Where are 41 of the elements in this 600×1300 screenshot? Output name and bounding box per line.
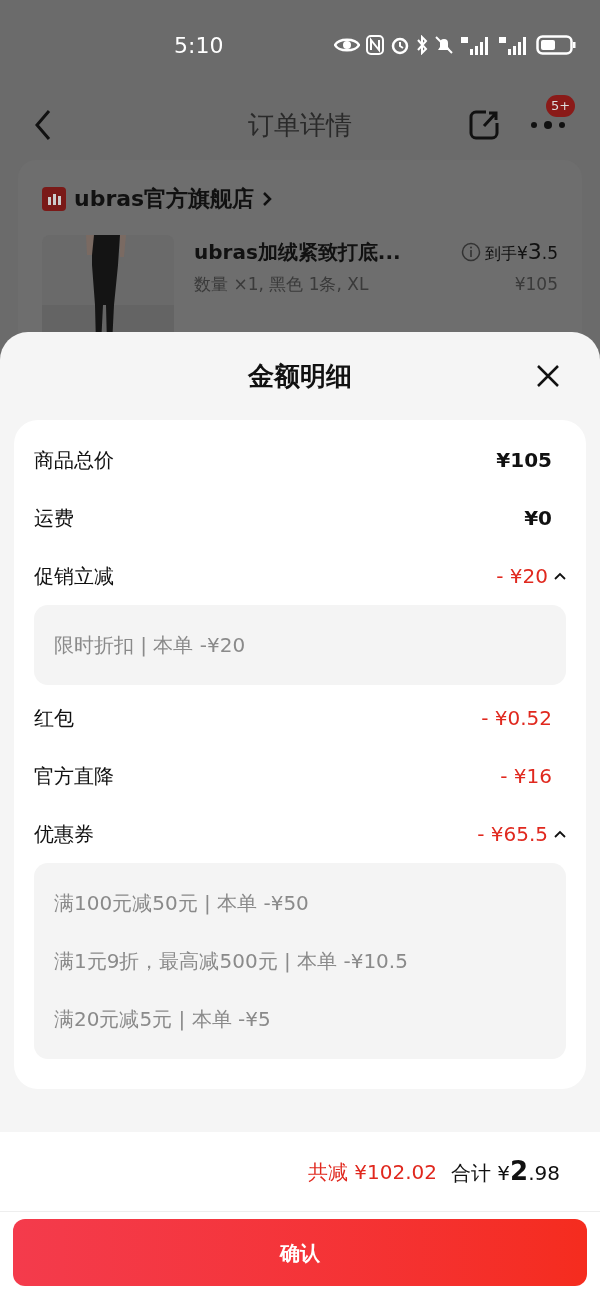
bluetooth-icon — [416, 35, 428, 55]
fee-amount: - ¥20 — [496, 563, 548, 590]
fee-label: 红包 — [34, 705, 74, 732]
sheet-title: 金额明细 — [248, 359, 352, 393]
discount-detail: 满1元9折，最高减500元 | 本单 -¥10.5 — [54, 948, 409, 975]
fee-amount: - ¥65.5 — [477, 821, 548, 848]
share-icon[interactable] — [468, 109, 500, 141]
close-icon[interactable] — [536, 364, 560, 388]
total-price: 合计 ¥2.98 — [451, 1155, 560, 1188]
fee-amount: - ¥16 — [500, 763, 552, 790]
final-price: 到手¥3.5 — [484, 238, 558, 266]
store-name[interactable]: ubras官方旗舰店 — [74, 182, 255, 215]
fee-amount: - ¥0.52 — [481, 705, 552, 732]
info-icon[interactable] — [460, 241, 481, 262]
product-name[interactable]: ubras加绒紧致打底... — [194, 236, 401, 267]
back-icon[interactable] — [34, 109, 52, 141]
fee-label: 商品总价 — [34, 447, 114, 474]
fee-amount: ¥105 — [496, 447, 552, 474]
discount-detail: 限时折扣 | 本单 -¥20 — [54, 632, 247, 659]
nfc-icon — [366, 35, 384, 55]
fee-label: 促销立减 — [34, 563, 114, 590]
battery-icon — [536, 35, 576, 55]
confirm-button[interactable]: 确认 — [13, 1219, 587, 1286]
discount-detail: 满100元减50元 | 本单 -¥50 — [54, 890, 310, 917]
fee-label: 官方直降 — [34, 763, 114, 790]
notification-badge: 5+ — [546, 95, 576, 117]
eye-icon — [334, 37, 360, 53]
total-discount: 共减 ¥102.02 — [307, 1158, 437, 1186]
fee-label: 优惠券 — [34, 821, 94, 848]
page-title: 订单详情 — [248, 108, 352, 142]
fee-amount: ¥0 — [524, 505, 552, 532]
status-time: 5:10 — [174, 31, 224, 60]
more-icon[interactable] — [530, 119, 566, 131]
caret-up-icon[interactable] — [554, 830, 566, 838]
store-logo-icon — [42, 186, 66, 211]
chevron-right-icon[interactable] — [262, 190, 273, 207]
caret-up-icon[interactable] — [554, 572, 566, 580]
discount-detail: 满20元减5元 | 本单 -¥5 — [54, 1006, 272, 1033]
mute-bell-icon — [434, 35, 454, 55]
alarm-icon — [390, 35, 410, 55]
fee-label: 运费 — [34, 505, 74, 532]
